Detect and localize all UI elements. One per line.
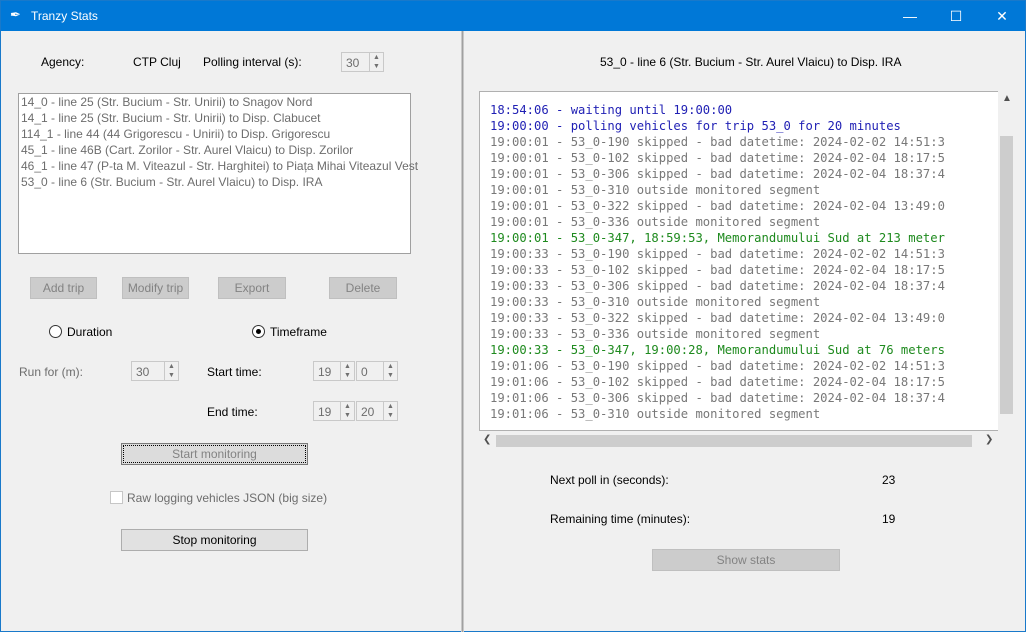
trip-item[interactable]: 114_1 - line 44 (44 Grigorescu - Unirii)… [19,126,410,142]
trip-item[interactable]: 53_0 - line 6 (Str. Bucium - Str. Aurel … [19,174,410,190]
spin-down-icon[interactable]: ▼ [384,411,397,420]
run-for-value: 30 [136,365,150,379]
end-hour-value: 19 [318,405,332,419]
close-button[interactable]: ✕ [979,1,1025,31]
start-minute-value: 0 [361,365,368,379]
log-line: 19:00:33 - 53_0-310 outside monitored se… [490,295,821,309]
modify-trip-button[interactable]: Modify trip [122,277,189,299]
scroll-right-icon[interactable]: ❯ [985,434,993,445]
run-for-label: Run for (m): [19,365,84,379]
log-line: 19:00:01 - 53_0-102 skipped - bad dateti… [490,151,945,165]
delete-button[interactable]: Delete [329,277,397,299]
polling-interval-value: 30 [346,56,360,70]
log-horizontal-scrollbar[interactable]: ❮ ❯ [479,432,999,449]
window-title: Tranzy Stats [31,9,98,23]
trip-item[interactable]: 45_1 - line 46B (Cart. Zorilor - Str. Au… [19,142,410,158]
horizontal-scroll-thumb[interactable] [496,435,972,447]
trip-item[interactable]: 46_1 - line 47 (P-ta M. Viteazul - Str. … [19,158,418,174]
title-bar[interactable]: ✒ Tranzy Stats — ☐ ✕ [1,1,1025,31]
start-minute-spinbox[interactable]: 0 ▲ ▼ [356,361,398,381]
log-line: 19:00:01 - 53_0-322 skipped - bad dateti… [490,199,945,213]
spin-up-icon[interactable]: ▲ [384,362,397,371]
next-poll-value: 23 [882,473,896,487]
trip-item[interactable]: 14_0 - line 25 (Str. Bucium - Str. Uniri… [19,94,410,110]
log-vertical-scrollbar[interactable]: ▲ [998,91,1015,431]
log-line: 19:01:06 - 53_0-102 skipped - bad dateti… [490,375,945,389]
spin-up-icon[interactable]: ▲ [341,402,354,411]
maximize-button[interactable]: ☐ [933,1,979,31]
spin-up-icon[interactable]: ▲ [341,362,354,371]
spin-down-icon[interactable]: ▼ [165,371,178,380]
remaining-time-label: Remaining time (minutes): [550,512,691,526]
log-line: 19:00:01 - 53_0-190 skipped - bad dateti… [490,135,945,149]
start-monitoring-button[interactable]: Start monitoring [121,443,308,465]
add-trip-button[interactable]: Add trip [30,277,97,299]
stop-monitoring-button[interactable]: Stop monitoring [121,529,308,551]
log-line: 19:00:00 - polling vehicles for trip 53_… [490,119,901,133]
start-hour-spinbox[interactable]: 19 ▲ ▼ [313,361,355,381]
trip-header: 53_0 - line 6 (Str. Bucium - Str. Aurel … [600,55,902,69]
log-textbox[interactable]: 18:54:06 - waiting until 19:00:00 19:00:0… [479,91,999,431]
spin-down-icon[interactable]: ▼ [370,62,383,71]
log-line: 19:00:01 - 53_0-336 outside monitored se… [490,215,821,229]
raw-logging-label: Raw logging vehicles JSON (big size) [127,491,328,505]
show-stats-button[interactable]: Show stats [652,549,840,571]
remaining-time-value: 19 [882,512,896,526]
spin-up-icon[interactable]: ▲ [370,53,383,62]
log-line: 18:54:06 - waiting until 19:00:00 [490,103,733,117]
log-line: 19:00:33 - 53_0-322 skipped - bad dateti… [490,311,945,325]
spin-down-icon[interactable]: ▼ [341,411,354,420]
spin-down-icon[interactable]: ▼ [384,371,397,380]
log-line: 19:00:33 - 53_0-102 skipped - bad dateti… [490,263,945,277]
raw-logging-checkbox[interactable] [110,491,123,504]
end-minute-spinbox[interactable]: 20 ▲ ▼ [356,401,398,421]
log-line: 19:00:33 - 53_0-190 skipped - bad dateti… [490,247,945,261]
panel-divider[interactable] [461,31,464,632]
trips-listbox[interactable]: 14_0 - line 25 (Str. Bucium - Str. Uniri… [18,93,418,254]
duration-label: Duration [67,325,113,339]
spin-down-icon[interactable]: ▼ [341,371,354,380]
spin-up-icon[interactable]: ▲ [165,362,178,371]
agency-label: Agency: [41,55,85,69]
feather-icon: ✒ [10,7,21,22]
next-poll-label: Next poll in (seconds): [550,473,669,487]
duration-radio[interactable] [49,325,62,338]
export-button[interactable]: Export [218,277,286,299]
log-line: 19:01:06 - 53_0-190 skipped - bad dateti… [490,359,945,373]
start-time-label: Start time: [207,365,262,379]
end-minute-value: 20 [361,405,375,419]
log-line: 19:00:01 - 53_0-306 skipped - bad dateti… [490,167,945,181]
trip-item[interactable]: 14_1 - line 25 (Str. Bucium - Str. Uniri… [19,110,410,126]
log-line: 19:00:01 - 53_0-310 outside monitored se… [490,183,821,197]
run-for-spinbox[interactable]: 30 ▲ ▼ [131,361,179,381]
minimize-button[interactable]: — [887,1,933,31]
app-window: ✒ Tranzy Stats — ☐ ✕ Agency: CTP Cluj Po… [0,0,1026,632]
log-line: 19:00:01 - 53_0-347, 18:59:53, Memorandu… [490,231,945,245]
polling-interval-spinbox[interactable]: 30 ▲ ▼ [341,52,384,72]
log-line: 19:01:06 - 53_0-306 skipped - bad dateti… [490,391,945,405]
polling-interval-label: Polling interval (s): [203,55,302,69]
timeframe-label: Timeframe [270,325,327,339]
scroll-up-icon[interactable]: ▲ [1002,93,1012,104]
end-hour-spinbox[interactable]: 19 ▲ ▼ [313,401,355,421]
scroll-left-icon[interactable]: ❮ [483,434,491,445]
log-line: 19:01:06 - 53_0-310 outside monitored se… [490,407,821,421]
end-time-label: End time: [207,405,258,419]
log-line: 19:00:33 - 53_0-347, 19:00:28, Memorandu… [490,343,945,357]
spin-up-icon[interactable]: ▲ [384,402,397,411]
log-line: 19:00:33 - 53_0-306 skipped - bad dateti… [490,279,945,293]
start-hour-value: 19 [318,365,332,379]
agency-value: CTP Cluj [133,55,181,69]
timeframe-radio[interactable] [252,325,265,338]
vertical-scroll-thumb[interactable] [1000,136,1013,414]
log-line: 19:00:33 - 53_0-336 outside monitored se… [490,327,821,341]
